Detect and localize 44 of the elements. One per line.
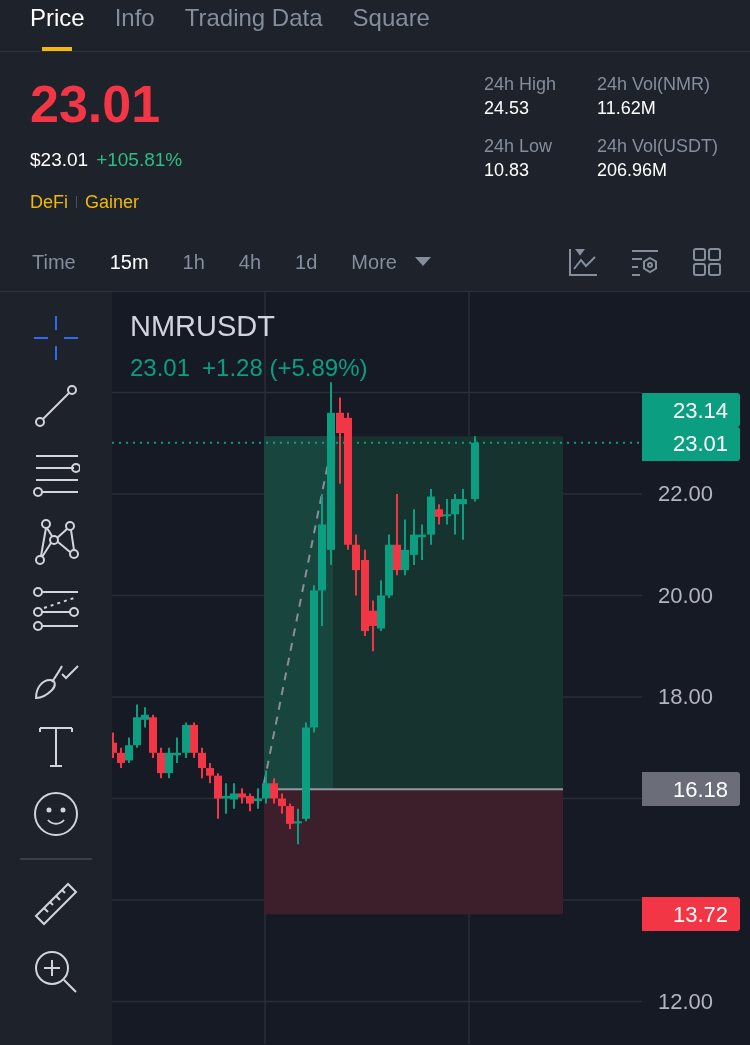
axis-label: 18.00 — [658, 685, 714, 709]
stat-label: 24h Vol(NMR) — [596, 73, 711, 96]
tag-link[interactable]: Gainer — [85, 188, 140, 216]
interval-tab[interactable]: More — [351, 246, 431, 277]
price-tag: 23.14 — [642, 393, 740, 428]
price-tag: 13.72 — [642, 897, 740, 932]
fiat-price: $23.01 — [30, 148, 89, 172]
axis-label: 22.00 — [658, 482, 714, 506]
caret-icon — [414, 256, 431, 267]
stat-label: 24h Low — [483, 135, 553, 158]
last-price: 23.01 — [30, 76, 162, 132]
grid-icon[interactable] — [692, 246, 722, 277]
ruler-icon[interactable] — [32, 880, 80, 928]
stat-label: 24h Vol(USDT) — [596, 135, 718, 158]
quote-price: 23.01 — [130, 353, 191, 383]
price-tag: 16.18 — [642, 772, 740, 807]
tag-link[interactable]: DeFi — [30, 188, 68, 216]
interval-tab[interactable]: 1h — [182, 246, 205, 277]
interval-tab[interactable]: 15m — [109, 246, 149, 277]
interval-tab[interactable]: Time — [32, 246, 76, 277]
price-tag: 23.01 — [642, 426, 740, 461]
tab[interactable]: Square — [352, 0, 430, 51]
interval-tab[interactable]: 4h — [238, 246, 262, 277]
tab[interactable]: Price — [30, 0, 85, 51]
symbol-title: NMRUSDT — [130, 309, 276, 344]
price-change: +105.81% — [96, 148, 183, 172]
quote-change: +1.28 (+5.89%) — [202, 353, 368, 383]
parallel-lines-icon[interactable] — [32, 586, 80, 634]
stat-value: 24.53 — [483, 97, 530, 120]
crosshair-icon[interactable] — [32, 314, 80, 362]
stat-value: 11.62M — [596, 97, 657, 120]
interval-tab[interactable]: 1d — [295, 246, 318, 277]
axis-label: 12.00 — [658, 989, 714, 1014]
stat-label: 24h High — [483, 73, 557, 96]
line-chart-icon[interactable] — [568, 246, 598, 277]
axis-label: 20.00 — [658, 583, 714, 608]
line-icon[interactable] — [32, 382, 80, 430]
tab[interactable]: Info — [114, 0, 155, 51]
candle — [471, 435, 479, 503]
stat-value: 10.83 — [483, 159, 530, 182]
smiley-icon[interactable] — [32, 790, 80, 838]
tab[interactable]: Trading Data — [184, 0, 323, 51]
stat-value: 206.96M — [596, 159, 668, 182]
pattern-nodes-icon[interactable] — [32, 518, 80, 566]
